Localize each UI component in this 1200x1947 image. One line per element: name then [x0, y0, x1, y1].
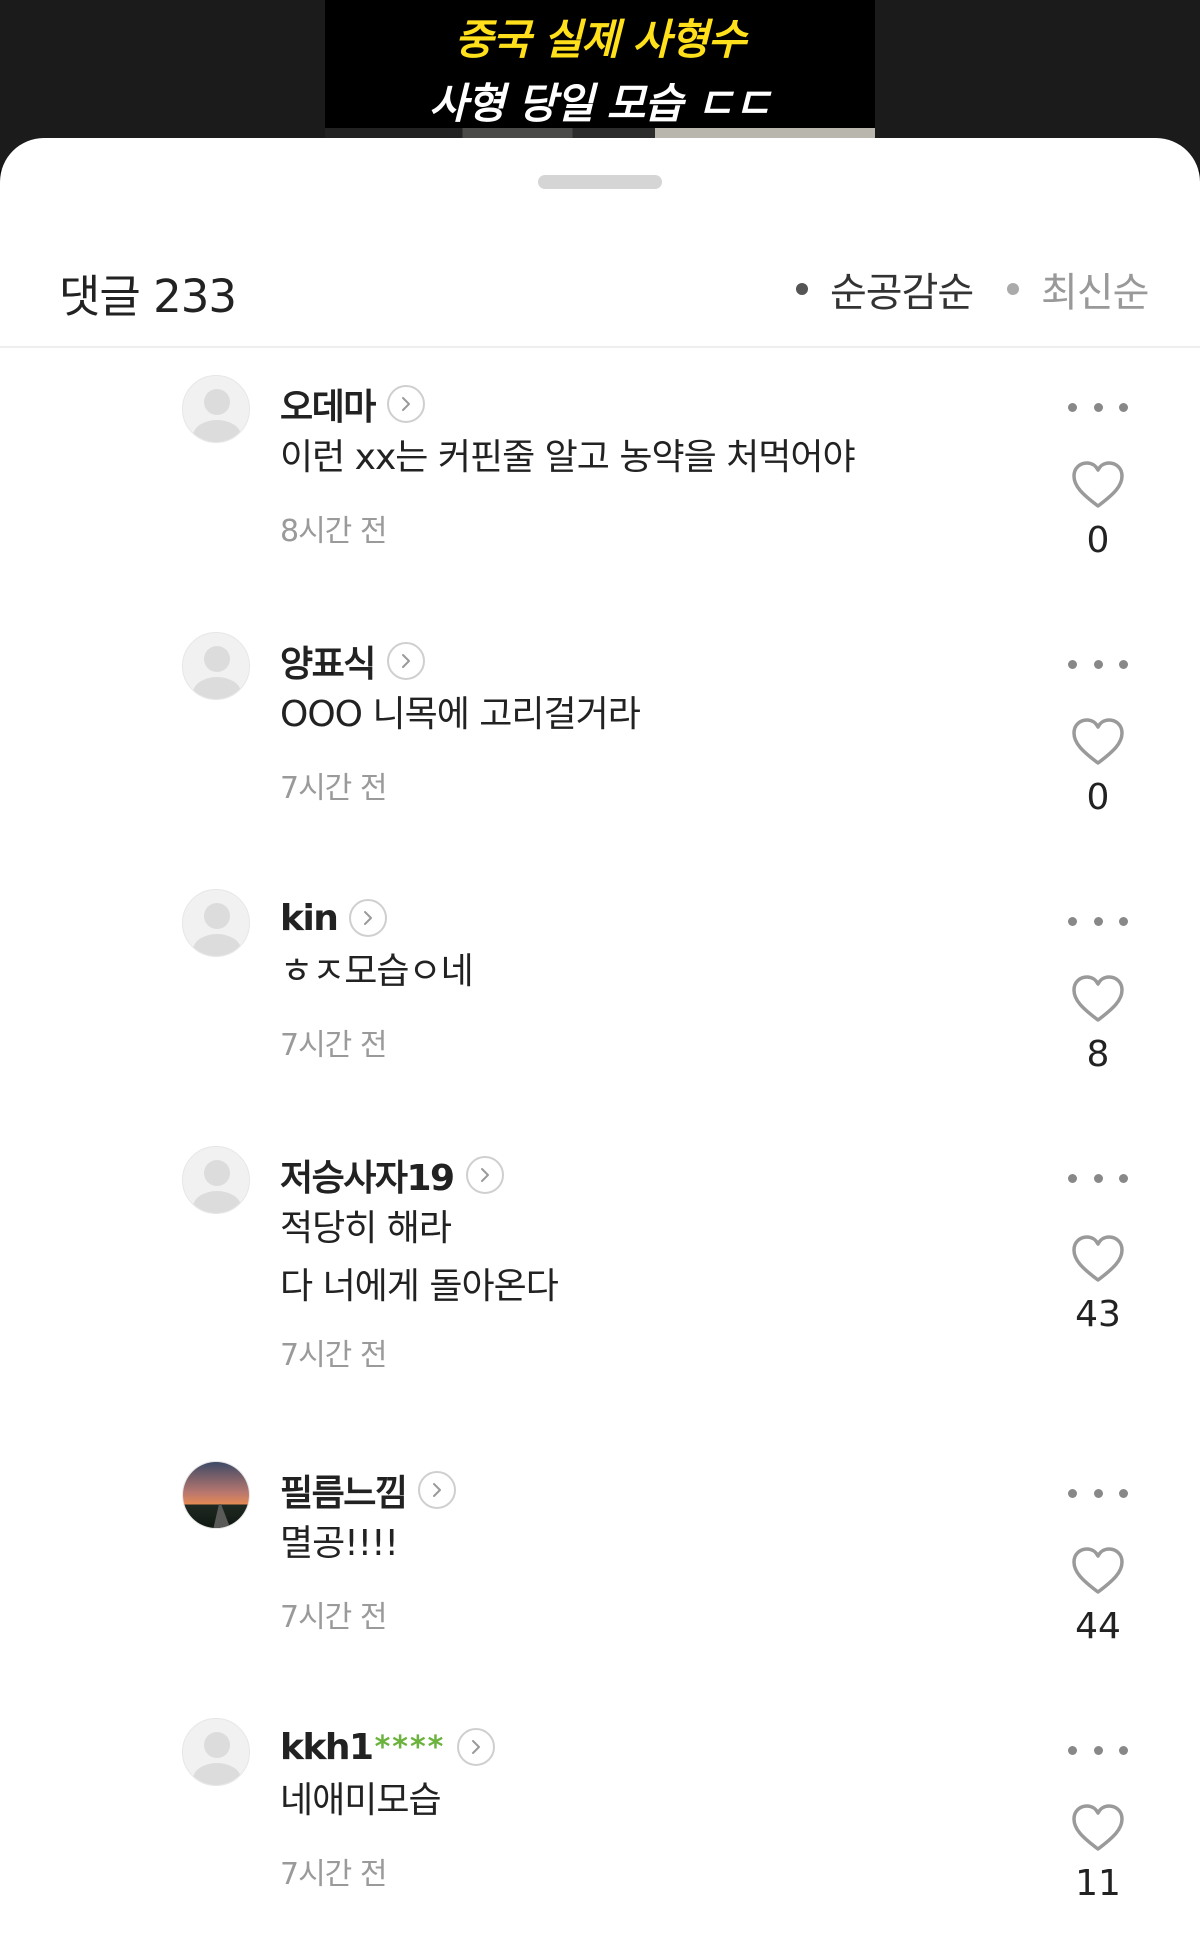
heart-outline-icon[interactable]	[1070, 1803, 1126, 1853]
sort-latest-label: 최신순	[1041, 270, 1149, 316]
more-options-icon[interactable]	[1068, 1483, 1128, 1503]
sort-popular-button[interactable]: 순공감순	[796, 260, 974, 318]
author-row[interactable]: kkh1 ****	[280, 1722, 496, 1772]
like-count: 44	[1075, 1606, 1121, 1647]
author-row[interactable]: kin	[280, 893, 388, 943]
like-count: 43	[1075, 1294, 1121, 1335]
heart-outline-icon[interactable]	[1070, 1546, 1126, 1596]
comment-text: 멸공!!!!	[280, 1523, 399, 1564]
comment-text: ㅎㅈ모습ㅇ네	[280, 951, 474, 992]
author-name[interactable]: kkh1	[280, 1727, 374, 1768]
author-name[interactable]: 저승사자19	[280, 1149, 455, 1201]
avatar[interactable]	[182, 1461, 250, 1529]
more-options-icon[interactable]	[1068, 1740, 1128, 1760]
comment-text: 다 너에게 돌아온다	[280, 1266, 559, 1307]
sort-latest-button[interactable]: 최신순	[1007, 260, 1149, 318]
heart-outline-icon[interactable]	[1070, 717, 1126, 767]
more-options-icon[interactable]	[1068, 397, 1128, 417]
chevron-right-icon[interactable]	[349, 899, 388, 937]
avatar[interactable]	[182, 632, 250, 700]
like-count: 0	[1086, 520, 1110, 561]
more-options-icon[interactable]	[1068, 654, 1128, 674]
heart-outline-icon[interactable]	[1070, 974, 1126, 1024]
chevron-right-icon[interactable]	[418, 1471, 457, 1509]
like-count: 0	[1086, 777, 1110, 818]
more-options-icon[interactable]	[1068, 911, 1128, 931]
chevron-right-icon[interactable]	[465, 1156, 504, 1194]
author-name[interactable]: kin	[280, 898, 339, 939]
comment-timestamp: 8시간 전	[280, 514, 387, 549]
sort-dot	[1007, 283, 1019, 295]
video-caption-line1: 중국 실제 사형수	[454, 15, 747, 64]
author-row[interactable]: 오데마	[280, 379, 425, 429]
author-row[interactable]: 저승사자19	[280, 1150, 504, 1200]
chevron-right-icon[interactable]	[457, 1728, 496, 1766]
sort-popular-label: 순공감순	[830, 270, 974, 316]
sort-active-dot	[796, 283, 808, 295]
video-caption-line2: 사형 당일 모습 ㄷㄷ	[429, 79, 772, 128]
comment-timestamp: 7시간 전	[280, 1338, 387, 1373]
comment-text: 적당히 해라	[280, 1208, 452, 1249]
heart-outline-icon[interactable]	[1070, 460, 1126, 510]
comment-text: 네애미모습	[280, 1780, 442, 1821]
author-name[interactable]: 양표식	[280, 635, 376, 687]
comment-timestamp: 7시간 전	[280, 1028, 387, 1063]
comment-timestamp: 7시간 전	[280, 771, 387, 806]
more-options-icon[interactable]	[1068, 1168, 1128, 1188]
author-name[interactable]: 오데마	[280, 378, 376, 430]
comment-timestamp: 7시간 전	[280, 1857, 387, 1892]
comment-text: OOO 니목에 고리걸거라	[280, 694, 641, 735]
author-masked-suffix: ****	[374, 1729, 446, 1765]
author-name[interactable]: 필름느낌	[280, 1464, 408, 1516]
avatar[interactable]	[182, 1718, 250, 1786]
comment-timestamp: 7시간 전	[280, 1600, 387, 1635]
drag-handle[interactable]	[538, 175, 662, 189]
author-row[interactable]: 양표식	[280, 636, 425, 686]
comment-count: 댓글 233	[59, 270, 237, 323]
avatar[interactable]	[182, 375, 250, 443]
avatar[interactable]	[182, 889, 250, 957]
chevron-right-icon[interactable]	[386, 642, 425, 680]
comments-header: 댓글 233 순공감순 최신순	[0, 238, 1200, 348]
header-divider	[0, 346, 1200, 348]
heart-outline-icon[interactable]	[1070, 1234, 1126, 1284]
video-frame[interactable]: 중국 실제 사형수 사형 당일 모습 ㄷㄷ	[325, 0, 875, 140]
comments-sheet: 댓글 233 순공감순 최신순 오데마이런 xx는 커핀줄 알고 농약을 처먹어…	[0, 138, 1200, 1947]
chevron-right-icon[interactable]	[386, 385, 425, 423]
like-count: 8	[1086, 1034, 1110, 1075]
author-row[interactable]: 필름느낌	[280, 1464, 457, 1516]
avatar[interactable]	[182, 1146, 250, 1214]
comment-text: 이런 xx는 커핀줄 알고 농약을 처먹어야	[280, 437, 856, 478]
like-count: 11	[1075, 1863, 1121, 1904]
